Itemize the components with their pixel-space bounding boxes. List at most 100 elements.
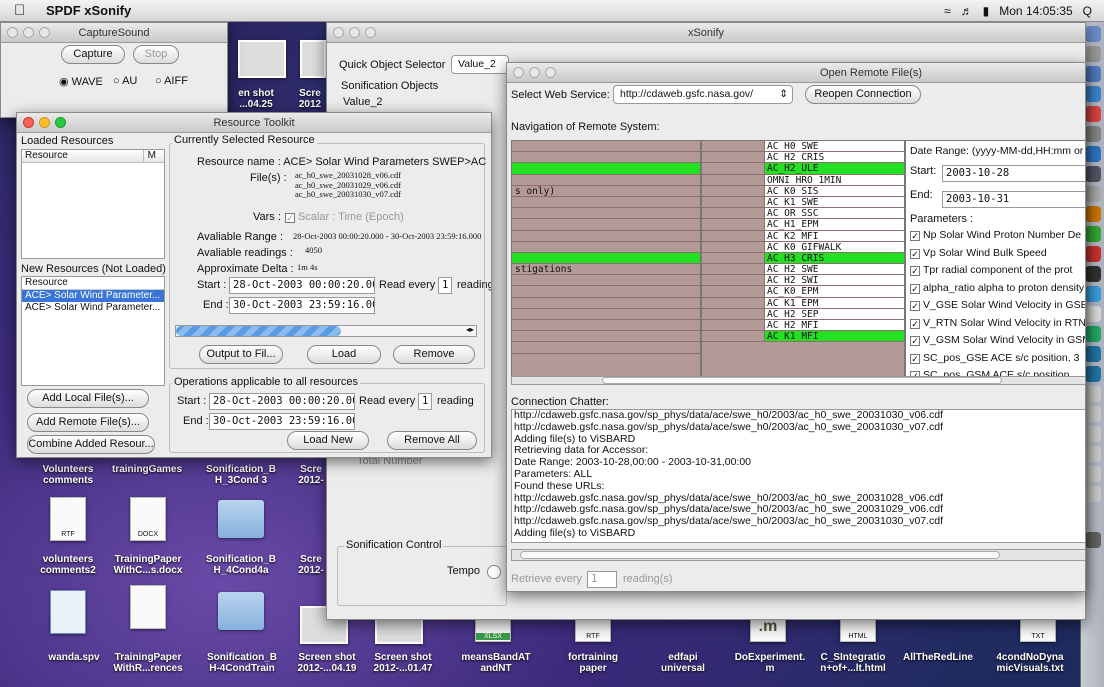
minimize-icon[interactable]	[39, 117, 50, 128]
remove-button[interactable]: Remove	[393, 345, 475, 364]
minimize-icon[interactable]	[349, 27, 360, 38]
load-button[interactable]: Load	[307, 345, 381, 364]
tree-node[interactable]	[512, 252, 700, 265]
stop-button[interactable]: Stop	[133, 45, 179, 64]
screenshot-thumbnail[interactable]	[300, 40, 326, 78]
safari-icon[interactable]	[1084, 86, 1101, 102]
minimize-icon[interactable]	[529, 67, 540, 78]
tree-node[interactable]	[512, 309, 700, 320]
au-radio[interactable]: ○ AU	[113, 75, 137, 87]
output-to-file-button[interactable]: Output to Fil...	[199, 345, 283, 364]
combine-resources-button[interactable]: Combine Added Resour...	[27, 435, 155, 454]
folder-stack-icon[interactable]	[1084, 406, 1101, 422]
tree-node[interactable]	[512, 231, 700, 242]
web-service-select[interactable]: http://cdaweb.gsfc.nasa.gov/⇕	[613, 85, 793, 104]
tree-node[interactable]: s only)	[512, 186, 700, 197]
scrollbar-thumb[interactable]	[520, 551, 1000, 559]
sonification-object-value[interactable]: Value_2	[343, 96, 383, 108]
folder-stack-icon[interactable]	[1084, 446, 1101, 462]
close-icon[interactable]	[333, 27, 344, 38]
tree-node[interactable]	[512, 175, 700, 186]
close-icon[interactable]	[513, 67, 524, 78]
close-icon[interactable]	[23, 117, 34, 128]
scrollbar-thumb[interactable]	[602, 377, 1002, 384]
tree-node[interactable]	[512, 152, 700, 164]
minimize-icon[interactable]	[23, 27, 34, 38]
ops-read-every-field[interactable]: 1	[418, 393, 432, 410]
load-new-button[interactable]: Load New	[287, 431, 369, 450]
end-date-field[interactable]: 2003-10-31	[942, 191, 1085, 208]
parameter-checkbox[interactable]: ✓ V_RTN Solar Wind Velocity in RTN co	[910, 315, 1085, 333]
ops-end-field[interactable]: 30-Oct-2003 23:59:16.000	[209, 413, 355, 430]
desktop-icon[interactable]: Scre 2012-	[294, 464, 328, 486]
aiff-radio[interactable]: ○ AIFF	[155, 75, 188, 87]
wifi-icon[interactable]: ≈	[944, 4, 951, 18]
zoom-icon[interactable]	[55, 117, 66, 128]
folder-icon[interactable]	[218, 592, 264, 630]
system-prefs-icon[interactable]	[1084, 166, 1101, 182]
rtf-document-icon[interactable]: RTF	[50, 497, 86, 541]
chatter-scrollbar[interactable]	[511, 549, 1085, 561]
tempo-slider-knob[interactable]	[487, 565, 501, 579]
desktop-icon[interactable]: edfapi universal	[650, 652, 716, 674]
tree-node[interactable]	[512, 298, 700, 309]
screenshot-thumbnail[interactable]	[238, 40, 286, 78]
tree-node[interactable]	[512, 219, 700, 231]
folder-stack-icon[interactable]	[1084, 486, 1101, 502]
start-field[interactable]: 28-Oct-2003 00:00:20.000	[229, 277, 375, 294]
list-item[interactable]: ACE> Solar Wind Parameter...	[22, 289, 164, 302]
mail-icon[interactable]	[1084, 66, 1101, 82]
desktop-icon[interactable]: C_SIntegratio n+of+...lt.html	[816, 652, 890, 674]
retrieve-every-field[interactable]: 1	[587, 571, 617, 588]
app-name-menu[interactable]: SPDF xSonify	[46, 3, 131, 18]
tree-node[interactable]	[512, 163, 700, 175]
tree-left-column[interactable]: s only) stigations	[511, 140, 701, 380]
dataset-item[interactable]: AC_K2_MFI	[702, 230, 904, 242]
preview-icon[interactable]	[1084, 126, 1101, 142]
scroll-arrows-icon[interactable]: ◂▸	[466, 325, 474, 334]
dataset-item[interactable]: AC_H2_SWE	[702, 264, 904, 276]
close-icon[interactable]	[7, 27, 18, 38]
desktop-icon[interactable]: trainingGames	[112, 464, 182, 475]
folder-stack-icon[interactable]	[1084, 386, 1101, 402]
battery-icon[interactable]: ▮	[983, 4, 990, 18]
desktop-icon[interactable]: Sonification_B H_4Cond4a	[206, 554, 276, 576]
tree-node[interactable]	[512, 275, 700, 287]
app-icon[interactable]	[1084, 346, 1101, 362]
dataset-item[interactable]: AC_H2_SEP	[702, 308, 904, 320]
dataset-item[interactable]: AC_H2_ULE	[702, 163, 904, 175]
column-m[interactable]: M	[142, 150, 164, 162]
folder-icon[interactable]	[218, 500, 264, 538]
apple-menu-icon[interactable]: 	[14, 2, 28, 19]
dataset-item[interactable]: AC_H2_CRIS	[702, 152, 904, 164]
folder-stack-icon[interactable]	[1084, 426, 1101, 442]
tree-node[interactable]	[512, 208, 700, 220]
loaded-resources-table[interactable]: Resource M	[21, 149, 165, 259]
desktop-icon[interactable]: 4condNoDyna micVisuals.txt	[990, 652, 1070, 674]
desktop-icon[interactable]: TrainingPaper WithR...rences	[112, 652, 184, 674]
tree-horizontal-scrollbar[interactable]	[511, 376, 1085, 385]
capture-button[interactable]: Capture	[61, 45, 125, 64]
desktop-icon[interactable]: Scre 2012-	[294, 554, 328, 576]
list-item[interactable]: ACE> Solar Wind Parameter...	[22, 302, 164, 315]
itunes-icon[interactable]	[1084, 146, 1101, 162]
wave-radio[interactable]: ◉ WAVE	[59, 75, 103, 88]
desktop-icon[interactable]: TrainingPaper WithC...s.docx	[112, 554, 184, 576]
tree-node[interactable]	[512, 141, 700, 153]
remove-all-button[interactable]: Remove All	[387, 431, 477, 450]
wanda-spv-icon[interactable]	[50, 590, 86, 634]
folder-stack-icon[interactable]	[1084, 466, 1101, 482]
reopen-connection-button[interactable]: Reopen Connection	[805, 85, 921, 104]
end-field[interactable]: 30-Oct-2003 23:59:16.000	[229, 297, 375, 314]
add-remote-files-button[interactable]: Add Remote File(s)...	[27, 413, 149, 432]
desktop-icon[interactable]: wanda.spv	[44, 652, 104, 663]
finder-icon[interactable]	[1084, 26, 1101, 42]
dataset-item[interactable]: AC_K1_MFI	[702, 331, 904, 343]
desktop-icon[interactable]: Screen shot 2012-...01.47	[370, 652, 436, 674]
app-icon[interactable]	[1084, 226, 1101, 242]
docx-document-icon[interactable]: DOCX	[130, 497, 166, 541]
zoom-icon[interactable]	[545, 67, 556, 78]
tree-node[interactable]	[512, 286, 700, 298]
desktop-icon[interactable]: volunteers comments2	[38, 554, 98, 576]
parameter-checkbox[interactable]: ✓ Tpr radial component of the prot	[910, 262, 1085, 280]
